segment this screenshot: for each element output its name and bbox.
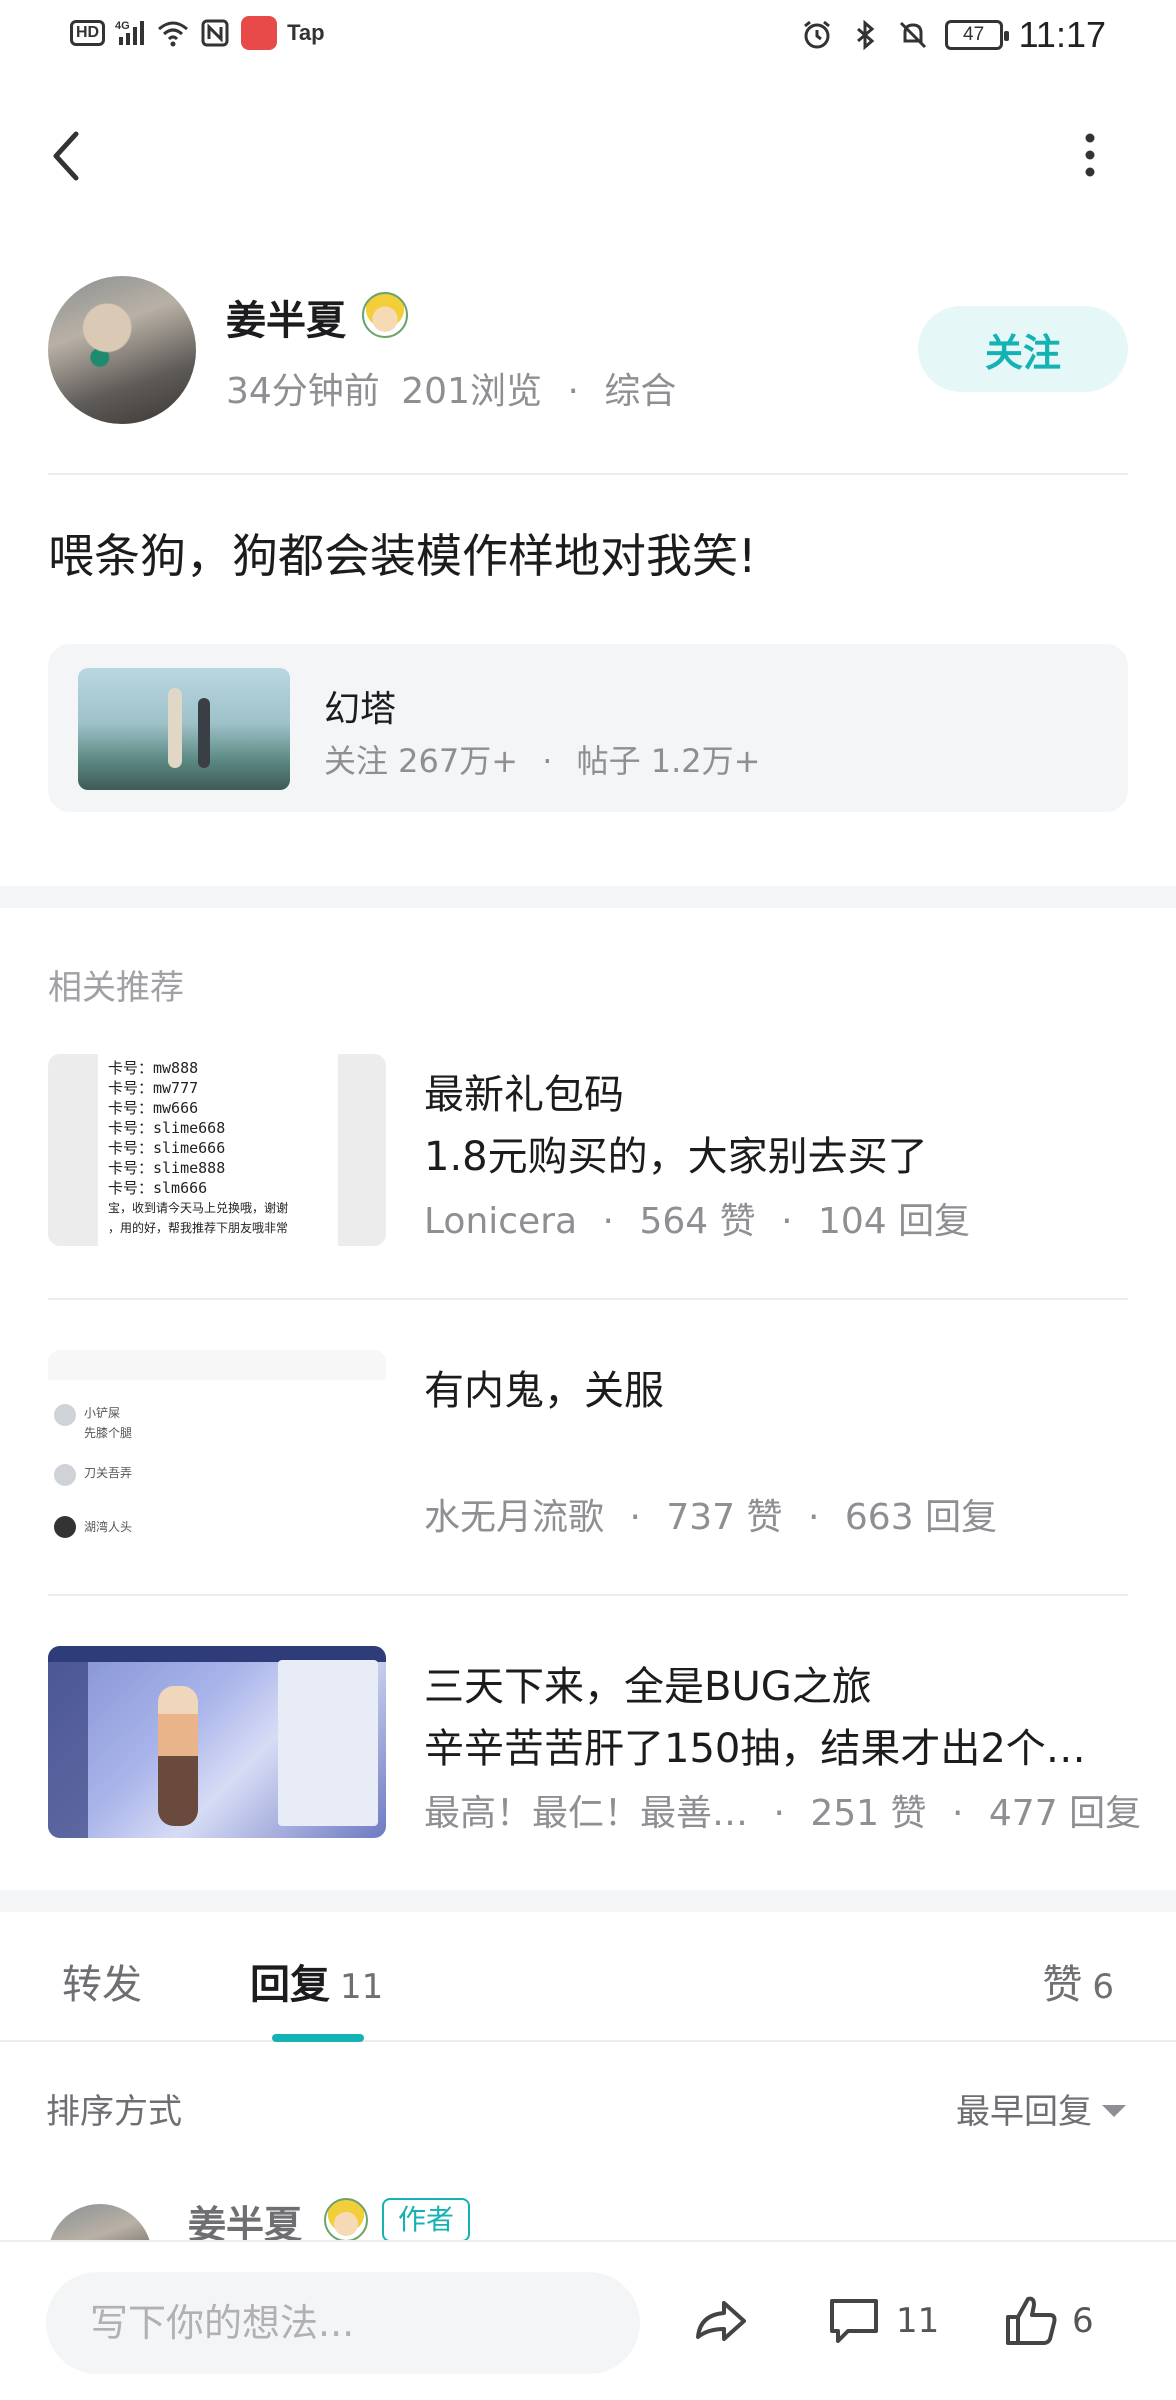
- section-separator: [0, 886, 1176, 908]
- game-stats: 关注 267万+ · 帖子 1.2万+: [324, 736, 760, 782]
- related-likes: 251 赞: [810, 1793, 927, 1834]
- related-item[interactable]: 三天下来，全是BUG之旅 辛辛苦苦肝了150抽，结果才出2个… 最高！最仁！最善…: [0, 1646, 1176, 1846]
- sort-value: 最早回复: [956, 2092, 1092, 2132]
- alarm-icon: [803, 20, 830, 49]
- post-views: 201浏览: [401, 371, 542, 412]
- related-replies: 477 回复: [988, 1793, 1142, 1834]
- tab-like-count: 6: [1092, 1967, 1114, 2007]
- author-name[interactable]: 姜半夏: [226, 288, 346, 346]
- related-item-title: 三天下来，全是BUG之旅 辛辛苦苦肝了150抽，结果才出2个…: [424, 1664, 1086, 1772]
- taptap-app-icon: Tap: [287, 20, 325, 45]
- meta-dot: ·: [567, 371, 579, 412]
- signal-icon: 4G: [115, 20, 145, 45]
- wifi-icon: [158, 21, 189, 47]
- thumbs-up-icon: [1006, 2296, 1057, 2345]
- post-meta: 34分钟前 201浏览 · 综合: [226, 362, 676, 414]
- status-left: HD 4G Tap: [70, 16, 325, 50]
- more-options-icon[interactable]: [1080, 132, 1100, 178]
- author-avatar[interactable]: [48, 276, 196, 424]
- like-button[interactable]: 6: [1004, 2288, 1094, 2354]
- author-tag: 作者: [382, 2198, 471, 2242]
- battery-icon: 47: [944, 20, 1009, 50]
- caret-down-icon: [1102, 2104, 1126, 2117]
- huawei-app-icon: [241, 16, 278, 50]
- comment-input[interactable]: [46, 2272, 640, 2374]
- game-cover-image: [78, 668, 290, 790]
- tab-like[interactable]: 赞6: [1042, 1952, 1114, 2010]
- tab-like-label: 赞: [1042, 1962, 1083, 2008]
- hd-icon: HD: [70, 20, 106, 46]
- related-author: Lonicera: [424, 1201, 578, 1242]
- share-button[interactable]: [690, 2288, 750, 2354]
- svg-text:4G: 4G: [115, 20, 130, 32]
- status-right: 47 11:17: [801, 14, 1106, 56]
- related-item-meta: 水无月流歌 · 737 赞 · 663 回复: [424, 1497, 998, 1538]
- post-category[interactable]: 综合: [604, 371, 676, 412]
- share-icon: [696, 2301, 746, 2341]
- mute-bell-icon: [899, 21, 926, 49]
- back-arrow-icon[interactable]: [44, 126, 88, 186]
- author-badge-sticker-icon: [324, 2198, 368, 2242]
- follow-button[interactable]: 关注: [918, 306, 1128, 392]
- related-thumbnail: 卡号：mw888 卡号：mw777 卡号：mw666 卡号：slime668 卡…: [48, 1054, 386, 1246]
- divider: [48, 1298, 1128, 1300]
- related-author: 水无月流歌: [424, 1497, 605, 1538]
- game-card[interactable]: 幻塔 关注 267万+ · 帖子 1.2万+: [48, 644, 1128, 812]
- related-replies: 663 回复: [844, 1497, 998, 1538]
- divider: [48, 1594, 1128, 1596]
- related-thumbnail: [48, 1646, 386, 1838]
- bluetooth-icon: [856, 19, 874, 51]
- tab-reply-count: 11: [340, 1967, 384, 2007]
- comment-count: 11: [896, 2301, 940, 2341]
- nfc-icon: [201, 19, 229, 47]
- related-item-meta: Lonicera · 564 赞 · 104 回复: [424, 1201, 971, 1242]
- like-count: 6: [1072, 2301, 1094, 2341]
- related-item-meta: 最高！最仁！最善… · 251 赞 · 477 回复: [424, 1793, 1142, 1834]
- bottom-action-bar: 11 6: [0, 2240, 1176, 2400]
- related-likes: 564 赞: [639, 1201, 756, 1242]
- meta-dot: ·: [542, 742, 553, 780]
- sort-label: 排序方式: [46, 2092, 182, 2132]
- tab-reply[interactable]: 回复 11: [250, 1952, 383, 2010]
- tab-reply-label: 回复: [250, 1962, 330, 2008]
- game-posts: 帖子 1.2万+: [576, 742, 761, 780]
- comment-icon: [830, 2299, 878, 2343]
- game-followers: 关注 267万+: [324, 742, 519, 780]
- divider: [48, 473, 1128, 475]
- clock: 11:17: [1018, 14, 1106, 55]
- comment-button[interactable]: 11: [826, 2288, 939, 2354]
- related-replies: 104 回复: [817, 1201, 971, 1242]
- related-author: 最高！最仁！最善…: [424, 1793, 749, 1834]
- related-item[interactable]: 卡号：mw888 卡号：mw777 卡号：mw666 卡号：slime668 卡…: [0, 1054, 1176, 1254]
- sort-dropdown[interactable]: 最早回复: [956, 2084, 1126, 2133]
- related-section-title: 相关推荐: [48, 968, 184, 1008]
- post-time: 34分钟前: [226, 371, 380, 412]
- active-tab-indicator: [272, 2034, 364, 2042]
- related-thumbnail: 小铲屎 先膝个腿 刀关吾弄 湖湾人头: [48, 1350, 386, 1542]
- game-name: 幻塔: [324, 689, 397, 730]
- divider: [0, 2040, 1176, 2042]
- post-title: 喂条狗，狗都会装模作样地对我笑!: [48, 529, 757, 583]
- thumbnail-text: 卡号：mw888 卡号：mw777 卡号：mw666 卡号：slime668 卡…: [98, 1054, 338, 1246]
- related-item-title: 最新礼包码 1.8元购买的，大家别去买了: [424, 1072, 928, 1180]
- related-item[interactable]: 小铲屎 先膝个腿 刀关吾弄 湖湾人头 有内鬼，关服 水无月流歌 · 737 赞 ·…: [0, 1350, 1176, 1550]
- tab-forward[interactable]: 转发: [62, 1952, 142, 2010]
- related-likes: 737 赞: [666, 1497, 783, 1538]
- author-badge-sticker-icon: [362, 292, 408, 338]
- section-separator: [0, 1890, 1176, 1912]
- related-item-title: 有内鬼，关服: [424, 1368, 664, 1414]
- status-bar: HD 4G Tap 47 11:17: [0, 0, 1176, 72]
